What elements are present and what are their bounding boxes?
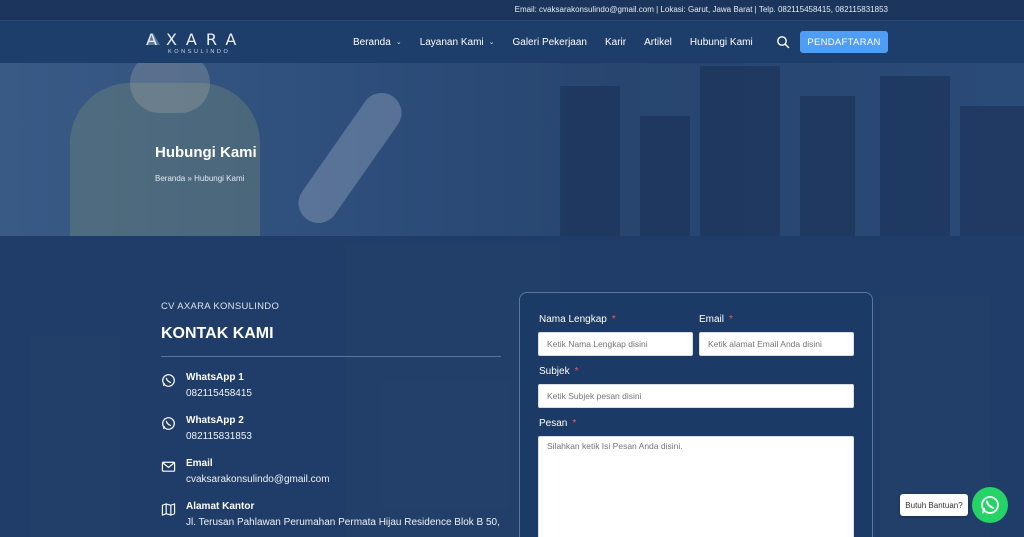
- contact-item-title: WhatsApp 1: [186, 372, 244, 383]
- message-textarea[interactable]: [538, 436, 854, 537]
- top-info-bar: Email: cvaksarakonsulindo@gmail.com | Lo…: [0, 0, 1024, 21]
- nav-item-galeri-pekerjaan[interactable]: Galeri Pekerjaan: [513, 37, 587, 48]
- page-title: Hubungi Kami: [155, 144, 257, 161]
- contact-item-value: Jl. Terusan Pahlawan Perumahan Permata H…: [186, 517, 500, 528]
- message-label: Pesan *: [539, 418, 576, 429]
- nav-item-karir[interactable]: Karir: [605, 37, 626, 48]
- contact-item-value: 082115831853: [186, 431, 252, 442]
- hero-bg-blueprint-roll: [290, 85, 410, 231]
- nav-item-label: Layanan Kami: [419, 36, 484, 48]
- whatsapp-chat-button[interactable]: [972, 487, 1008, 523]
- contact-info-panel: CV AXARA KONSULINDO KONTAK KAMI WhatsApp…: [161, 236, 501, 537]
- nav-item-label: Hubungi Kami: [689, 36, 753, 48]
- whatsapp-icon: [162, 374, 175, 387]
- logo-subtitle: KONSULINDO: [168, 49, 231, 55]
- required-mark: *: [572, 418, 577, 429]
- search-icon[interactable]: [776, 35, 790, 49]
- company-name: CV AXARA KONSULINDO: [161, 301, 280, 312]
- hero-bg-building: [880, 76, 950, 236]
- hero-bg-person-head: [130, 63, 210, 113]
- page-hero: Hubungi Kami Beranda » Hubungi Kami: [0, 63, 1024, 236]
- subject-label-text: Subjek: [539, 366, 570, 377]
- nav-item-label: Karir: [604, 36, 627, 48]
- required-mark: *: [574, 366, 579, 377]
- nav-menu: Beranda ⌄ Layanan Kami ⌄ Galeri Pekerjaa…: [353, 35, 771, 49]
- nav-item-hubungi-kami[interactable]: Hubungi Kami: [690, 37, 753, 48]
- contact-section: CV AXARA KONSULINDO KONTAK KAMI WhatsApp…: [0, 236, 1024, 537]
- contact-heading: KONTAK KAMI: [161, 325, 274, 342]
- email-label: Email *: [699, 314, 733, 325]
- breadcrumb: Beranda » Hubungi Kami: [155, 174, 245, 183]
- whatsapp-icon: [162, 417, 175, 430]
- top-contact-info: Email: cvaksarakonsulindo@gmail.com | Lo…: [514, 5, 888, 14]
- email-input[interactable]: [699, 332, 854, 356]
- subject-input[interactable]: [538, 384, 854, 408]
- site-logo[interactable]: AXARA KONSULINDO: [146, 30, 256, 56]
- nav-item-label: Artikel: [644, 36, 672, 48]
- required-mark: *: [729, 314, 733, 325]
- chevron-down-icon: ⌄: [395, 39, 402, 46]
- map-icon: [161, 503, 176, 516]
- hero-bg-building: [800, 96, 855, 236]
- nav-item-artikel[interactable]: Artikel: [644, 37, 672, 48]
- registration-button[interactable]: PENDAFTARAN: [800, 31, 888, 53]
- logo-brand: AXARA: [146, 30, 246, 49]
- contact-item-value: cvaksarakonsulindo@gmail.com: [186, 474, 330, 485]
- help-tooltip[interactable]: Butuh Bantuan?: [900, 494, 968, 516]
- whatsapp-icon: [981, 496, 999, 514]
- bg-building: [30, 336, 120, 537]
- hero-bg-building: [700, 66, 780, 236]
- main-navigation: AXARA KONSULINDO Beranda ⌄ Layanan Kami …: [0, 21, 1024, 63]
- message-label-text: Pesan: [539, 418, 568, 429]
- nav-item-label: Beranda: [353, 36, 391, 48]
- nav-item-label: Galeri Pekerjaan: [512, 36, 587, 48]
- name-input[interactable]: [538, 332, 693, 356]
- hero-bg-building: [960, 106, 1024, 236]
- name-label-text: Nama Lengkap: [539, 314, 607, 325]
- contact-form: Nama Lengkap * Email * Subjek * Pesan *: [519, 292, 873, 537]
- hero-bg-building: [640, 116, 690, 236]
- nav-item-layanan-kami[interactable]: Layanan Kami ⌄: [420, 37, 495, 48]
- contact-item-title: Alamat Kantor: [186, 501, 255, 512]
- subject-label: Subjek *: [539, 366, 578, 377]
- contact-item-title: WhatsApp 2: [186, 415, 244, 426]
- contact-item-title: Email: [186, 458, 213, 469]
- name-label: Nama Lengkap *: [539, 314, 616, 325]
- required-mark: *: [611, 314, 616, 325]
- nav-item-beranda[interactable]: Beranda ⌄: [353, 37, 402, 48]
- divider: [161, 356, 501, 357]
- email-label-text: Email: [699, 314, 725, 325]
- hero-bg-building: [560, 86, 620, 236]
- email-icon: [161, 461, 176, 472]
- contact-item-value: 082115458415: [186, 388, 252, 399]
- chevron-down-icon: ⌄: [488, 39, 495, 46]
